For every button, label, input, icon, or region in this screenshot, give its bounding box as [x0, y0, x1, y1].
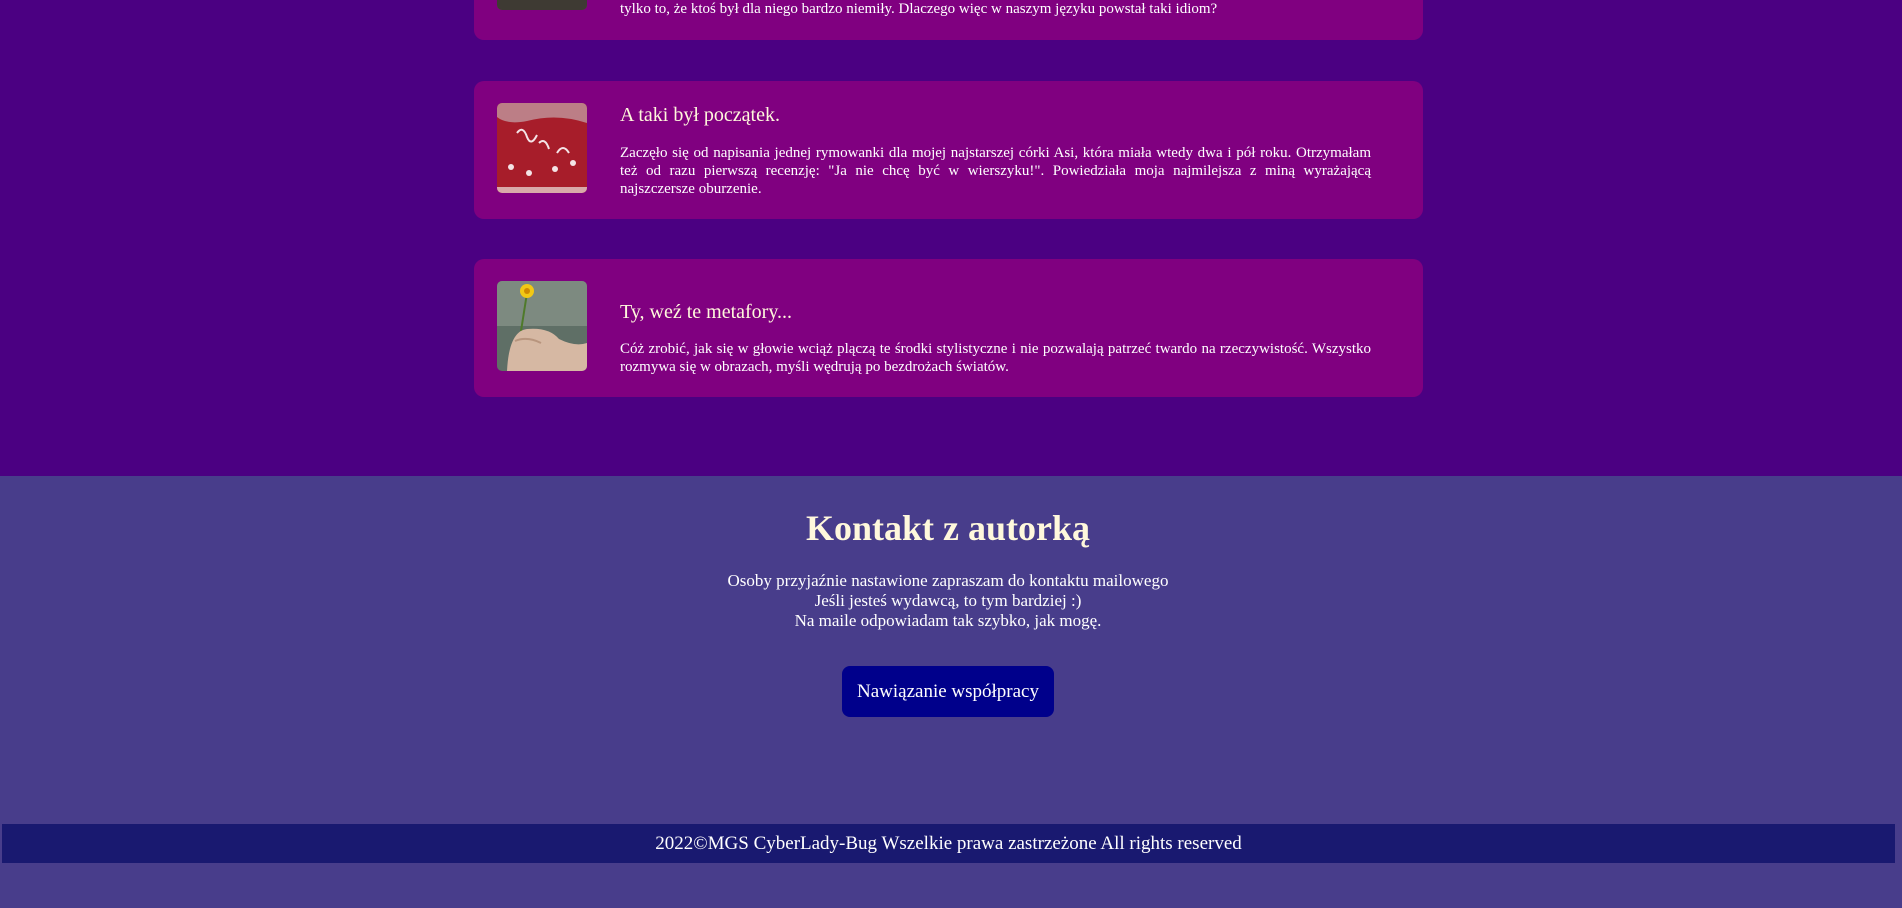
post-excerpt: Zaczęło się od napisania jednej rymowank…: [620, 145, 1371, 197]
post-card-poczatek: A taki był początek. Zaczęło się od napi…: [474, 81, 1423, 219]
red-cake-icon[interactable]: [497, 103, 587, 193]
post-excerpt: tylko to, że ktoś był dla niego bardzo n…: [620, 1, 1218, 17]
footer: 2022©MGS CyberLady-Bug Wszelkie prawa za…: [2, 824, 1895, 863]
contact-line: Osoby przyjaźnie nastawione zapraszam do…: [727, 571, 1169, 590]
hand-flower-icon[interactable]: [497, 281, 587, 371]
contact-line: Na maile odpowiadam tak szybko, jak mogę…: [794, 611, 1102, 630]
contact-title: Kontakt z autorką: [805, 508, 1090, 548]
contact-description: Osoby przyjaźnie nastawione zapraszam do…: [0, 571, 1896, 631]
page: tylko to, że ktoś był dla niego bardzo n…: [0, 0, 1902, 908]
posts-section: tylko to, że ktoś był dla niego bardzo n…: [0, 0, 1900, 476]
post-title[interactable]: A taki był początek.: [620, 103, 780, 127]
post-card-idiom: tylko to, że ktoś był dla niego bardzo n…: [474, 0, 1423, 40]
contact-line: Jeśli jesteś wydawcą, to tym bardziej :): [814, 591, 1082, 610]
post-card-metafory: Ty, weź te metafory... Cóż zrobić, jak s…: [474, 259, 1423, 397]
post-excerpt: Cóż zrobić, jak się w głowie wciąż plącz…: [620, 341, 1371, 375]
photo-thumbnail-icon[interactable]: [497, 0, 587, 10]
cooperation-button[interactable]: Nawiązanie współpracy: [842, 666, 1054, 717]
post-title[interactable]: Ty, weź te metafory...: [620, 300, 792, 324]
